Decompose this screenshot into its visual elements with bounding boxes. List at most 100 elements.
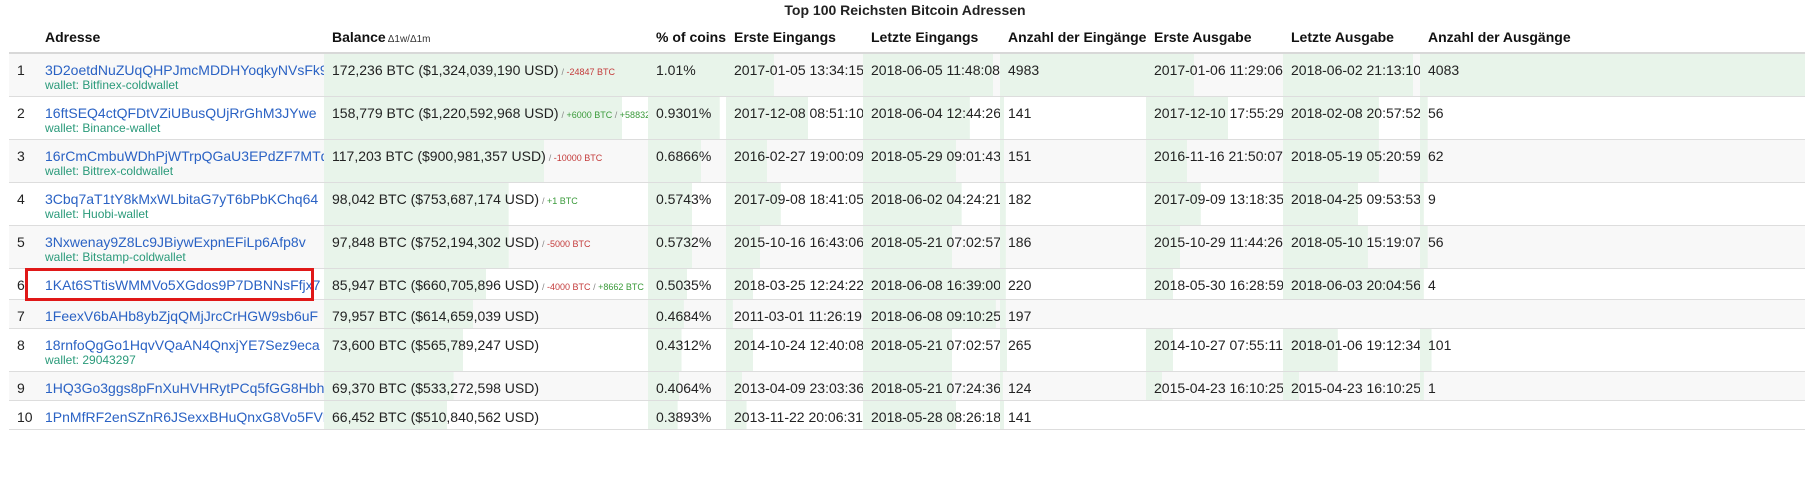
table-row: 3 16rCmCmbuWDhPjWTrpQGaU3EPdZF7MTdUk walle… <box>9 139 1805 183</box>
header-first-out[interactable]: Erste Ausgabe <box>1146 22 1283 54</box>
last-in-cell: 2018-05-29 09:01:43 <box>863 139 1000 183</box>
table-row: 1 3D2oetdNuZUqQHPJmcMDDHYoqkyNVsFk9r walle… <box>9 53 1805 97</box>
last-in-cell: 2018-06-05 11:48:08 <box>863 53 1000 97</box>
first-in-cell: 2013-04-09 23:03:36 <box>726 371 863 401</box>
wallet-label[interactable]: wallet: Bitstamp-coldwallet <box>45 250 316 264</box>
header-num-in[interactable]: Anzahl der Eingänge <box>1000 22 1146 54</box>
balance-cell: 117,203 BTC ($900,981,357 USD) / -10000 B… <box>324 139 648 183</box>
address-link[interactable]: 3Cbq7aT1tY8kMxWLbitaG7yT6bPbKChq64 <box>45 191 318 207</box>
wallet-label[interactable]: wallet: Bitfinex-coldwallet <box>45 78 316 92</box>
change-negative: -10000 BTC <box>553 153 603 163</box>
header-num-out-label: Anzahl der Ausgänge <box>1428 29 1571 45</box>
address-link[interactable]: 16rCmCmbuWDhPjWTrpQGaU3EPdZF7MTdUk <box>45 148 324 164</box>
change-negative: -4000 BTC <box>547 282 591 292</box>
balance-change: / -5000 BTC <box>542 239 591 249</box>
rank-cell: 9 <box>9 371 37 401</box>
rank-cell: 2 <box>9 96 37 140</box>
num-out-cell <box>1420 299 1805 329</box>
table-row: 2 16ftSEQ4ctQFDtVZiUBusQUjRrGhM3JYwe walle… <box>9 96 1805 140</box>
rank-cell: 1 <box>9 53 37 97</box>
rank-cell: 6 <box>9 268 37 300</box>
wallet-label[interactable]: wallet: 29043297 <box>45 353 316 367</box>
num-out-cell: 4 <box>1420 268 1805 300</box>
address-link[interactable]: 3Nxwenay9Z8Lc9JBiywExpnEFiLp6Afp8v <box>45 234 306 250</box>
header-first-in[interactable]: Erste Eingangs <box>726 22 863 54</box>
num-out-cell: 56 <box>1420 96 1805 140</box>
table-row: 10 1PnMfRF2enSZnR6JSexxBHuQnxG8Vo5FVK 66,4… <box>9 400 1805 430</box>
first-in-cell: 2015-10-16 16:43:06 <box>726 225 863 269</box>
rank-cell: 8 <box>9 328 37 372</box>
table-row: 8 18rnfoQgGo1HqvVQaAN4QnxjYE7Sez9eca walle… <box>9 328 1805 372</box>
address-link[interactable]: 18rnfoQgGo1HqvVQaAN4QnxjYE7Sez9eca <box>45 337 320 353</box>
last-out-cell: 2018-02-08 20:57:52 <box>1283 96 1420 140</box>
header-balance[interactable]: Balance Δ1w/Δ1m <box>324 22 648 54</box>
change-positive: +1 BTC <box>547 196 578 206</box>
address-cell: 3D2oetdNuZUqQHPJmcMDDHYoqkyNVsFk9r wallet… <box>37 53 324 97</box>
balance-cell: 66,452 BTC ($510,840,562 USD) <box>324 400 648 430</box>
first-out-cell: 2015-10-29 11:44:26 <box>1146 225 1283 269</box>
header-last-out-label: Letzte Ausgabe <box>1291 29 1394 45</box>
address-link[interactable]: 1KAt6STtisWMMVo5XGdos9P7DBNNsFfjx7 <box>45 277 320 293</box>
change-positive: +8662 BTC <box>598 282 644 292</box>
balance-change: / -24847 BTC <box>561 67 615 77</box>
header-pct-label: % of coins <box>656 29 726 45</box>
address-cell: 1HQ3Go3ggs8pFnXuHVHRytPCq5fGG8Hbhx <box>37 371 324 401</box>
first-out-cell: 2016-11-16 21:50:07 <box>1146 139 1283 183</box>
address-link[interactable]: 1FeexV6bAHb8ybZjqQMjJrcCrHGW9sb6uF <box>45 308 318 324</box>
balance-value: 172,236 BTC ($1,324,039,190 USD) <box>332 62 559 78</box>
first-in-cell: 2014-10-24 12:40:08 <box>726 328 863 372</box>
last-in-cell: 2018-06-04 12:44:26 <box>863 96 1000 140</box>
pct-cell: 0.9301% <box>648 96 726 140</box>
balance-cell: 98,042 BTC ($753,687,174 USD) / +1 BTC <box>324 182 648 226</box>
address-link[interactable]: 1PnMfRF2enSZnR6JSexxBHuQnxG8Vo5FVK <box>45 409 324 425</box>
wallet-label[interactable]: wallet: Binance-wallet <box>45 121 316 135</box>
first-in-cell: 2017-09-08 18:41:05 <box>726 182 863 226</box>
balance-value: 117,203 BTC ($900,981,357 USD) <box>332 148 546 164</box>
header-address[interactable]: Adresse <box>37 22 324 54</box>
first-out-cell: 2018-05-30 16:28:59 <box>1146 268 1283 300</box>
last-out-cell: 2018-05-19 05:20:59 <box>1283 139 1420 183</box>
pct-cell: 0.6866% <box>648 139 726 183</box>
table-body: 1 3D2oetdNuZUqQHPJmcMDDHYoqkyNVsFk9r walle… <box>9 53 1805 430</box>
address-link[interactable]: 1HQ3Go3ggs8pFnXuHVHRytPCq5fGG8Hbhx <box>45 380 324 396</box>
balance-value: 98,042 BTC ($753,687,174 USD) <box>332 191 540 207</box>
address-cell: 18rnfoQgGo1HqvVQaAN4QnxjYE7Sez9eca wallet… <box>37 328 324 372</box>
last-in-cell: 2018-05-21 07:24:36 <box>863 371 1000 401</box>
address-link[interactable]: 16ftSEQ4ctQFDtVZiUBusQUjRrGhM3JYwe <box>45 105 317 121</box>
balance-cell: 85,947 BTC ($660,705,896 USD) / -4000 BTC… <box>324 268 648 300</box>
num-in-cell: 182 <box>1000 182 1146 226</box>
header-last-out[interactable]: Letzte Ausgabe <box>1283 22 1420 54</box>
balance-value: 158,779 BTC ($1,220,592,968 USD) <box>332 105 559 121</box>
first-out-cell <box>1146 400 1283 430</box>
balance-change: / -10000 BTC <box>549 153 603 163</box>
num-out-cell: 1 <box>1420 371 1805 401</box>
wallet-label[interactable]: wallet: Huobi-wallet <box>45 207 316 221</box>
first-in-cell: 2013-11-22 20:06:31 <box>726 400 863 430</box>
change-negative: -5000 BTC <box>547 239 591 249</box>
last-in-cell: 2018-05-21 07:02:57 <box>863 225 1000 269</box>
first-out-cell: 2017-09-09 13:18:35 <box>1146 182 1283 226</box>
balance-cell: 172,236 BTC ($1,324,039,190 USD) / -24847… <box>324 53 648 97</box>
pct-cell: 0.4064% <box>648 371 726 401</box>
header-num-out[interactable]: Anzahl der Ausgänge <box>1420 22 1805 54</box>
last-out-cell: 2018-01-06 19:12:34 <box>1283 328 1420 372</box>
change-positive: +6000 BTC <box>566 110 613 120</box>
rank-cell: 5 <box>9 225 37 269</box>
header-pct[interactable]: % of coins <box>648 22 726 54</box>
wallet-label[interactable]: wallet: Bittrex-coldwallet <box>45 164 316 178</box>
address-cell: 1FeexV6bAHb8ybZjqQMjJrcCrHGW9sb6uF <box>37 299 324 329</box>
address-cell: 1KAt6STtisWMMVo5XGdos9P7DBNNsFfjx7 <box>37 268 324 300</box>
table-row: 9 1HQ3Go3ggs8pFnXuHVHRytPCq5fGG8Hbhx 69,37… <box>9 371 1805 401</box>
balance-value: 66,452 BTC ($510,840,562 USD) <box>332 409 540 425</box>
change-separator: / <box>612 110 620 120</box>
table-row: 4 3Cbq7aT1tY8kMxWLbitaG7yT6bPbKChq64 walle… <box>9 182 1805 226</box>
rank-cell: 3 <box>9 139 37 183</box>
page-title: Top 100 Reichsten Bitcoin Adressen <box>784 2 1026 18</box>
table-row: 6 1KAt6STtisWMMVo5XGdos9P7DBNNsFfjx7 85,94… <box>9 268 1805 300</box>
change-positive: +58832 BTC <box>619 110 648 120</box>
table-row: 5 3Nxwenay9Z8Lc9JBiywExpnEFiLp6Afp8v walle… <box>9 225 1805 269</box>
address-link[interactable]: 3D2oetdNuZUqQHPJmcMDDHYoqkyNVsFk9r <box>45 62 324 78</box>
change-negative: -24847 BTC <box>566 67 616 77</box>
header-last-in[interactable]: Letzte Eingangs <box>863 22 1000 54</box>
pct-cell: 0.5743% <box>648 182 726 226</box>
